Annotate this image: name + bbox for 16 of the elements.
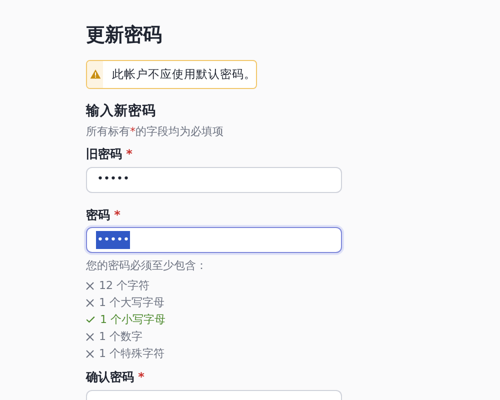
requirement-text: 1 个小写字母 [100, 312, 166, 328]
requirement-text: 12 个字符 [99, 278, 150, 294]
warning-icon [90, 69, 100, 80]
requirement-text: 1 个特殊字符 [99, 346, 164, 362]
password-field[interactable]: ••••• [86, 227, 342, 254]
requirement-text: 1 个大写字母 [99, 294, 164, 311]
requirement-text: 1 个数字 [99, 328, 142, 345]
page-title: 更新密码 [86, 24, 163, 47]
field-label: 密码 * [86, 208, 122, 222]
password-field[interactable]: ••••• [86, 166, 342, 193]
section-title: 输入新密码 [86, 102, 157, 119]
requirements-intro: 您的密码必须至少包含： [86, 259, 208, 274]
field-label: 旧密码 * [86, 147, 134, 162]
field-label: 确认密码 * [86, 370, 146, 385]
alert-message: 此帐户不应使用默认密码。 [112, 66, 256, 83]
required-note: 所有标有*的字段均为必填项 [86, 124, 224, 140]
